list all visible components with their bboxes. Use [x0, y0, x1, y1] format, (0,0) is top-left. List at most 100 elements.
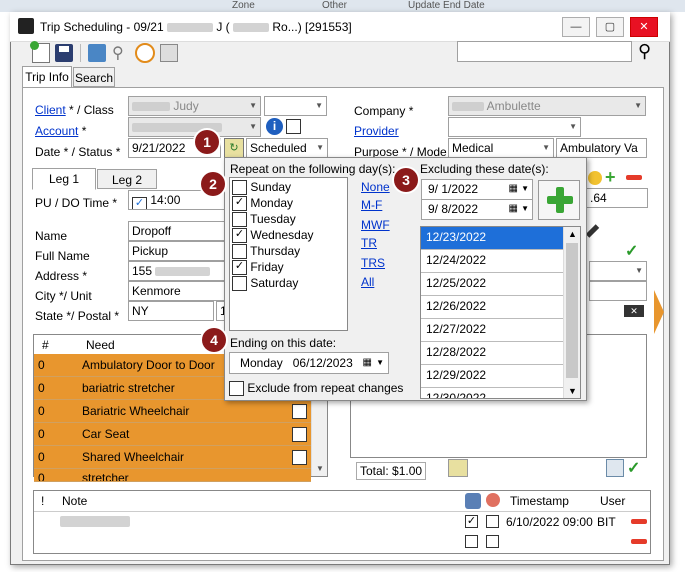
excluded-date-item[interactable]: 12/27/2022: [421, 319, 566, 342]
search-input[interactable]: [457, 41, 632, 62]
client-link[interactable]: Client: [35, 103, 66, 117]
confirm-check-icon[interactable]: ✓: [625, 241, 638, 261]
full-name-input[interactable]: Pickup: [128, 241, 225, 261]
exclude-date-2[interactable]: 9/ 8/2022 ▦ ▼: [421, 199, 533, 220]
class-combo[interactable]: [264, 96, 327, 116]
repeat-trip-icon[interactable]: ↻: [224, 138, 244, 158]
delete-new-note-icon[interactable]: [631, 539, 647, 544]
note-new-check-1[interactable]: [465, 535, 478, 548]
info-icon[interactable]: i: [266, 118, 283, 135]
attachment-icon[interactable]: ⚲: [112, 43, 130, 63]
need-checkbox[interactable]: [292, 427, 307, 442]
excluded-dates-scrollbar[interactable]: ▲ ▼: [563, 227, 580, 398]
chevron-down-icon: ▼: [521, 184, 529, 193]
exclude-repeat-option[interactable]: Exclude from repeat changes: [229, 381, 403, 397]
purpose-combo[interactable]: Medical: [448, 138, 554, 158]
note-new-check-2[interactable]: [486, 535, 499, 548]
full-name-label: Full Name: [35, 249, 90, 263]
account-link[interactable]: Account: [35, 124, 78, 138]
window-title-text: Trip Scheduling - 09/21: [40, 20, 164, 34]
window-title: Trip Scheduling - 09/21 J ( Ro...) [2915…: [40, 20, 352, 34]
address-input[interactable]: 155: [128, 261, 225, 281]
need-num: 0: [38, 358, 45, 372]
note-check-2[interactable]: [486, 515, 499, 528]
state-input[interactable]: NY: [128, 301, 214, 321]
add-icon-small[interactable]: +: [605, 168, 621, 186]
city-input[interactable]: Kenmore: [128, 281, 225, 301]
need-checkbox[interactable]: [292, 450, 307, 465]
day-option[interactable]: ✓ Friday: [232, 260, 314, 276]
day-option[interactable]: Thursday: [232, 244, 314, 260]
ending-date-picker[interactable]: Monday 06/12/2023 ▦ ▼: [229, 352, 389, 374]
day-option[interactable]: Sunday: [232, 180, 314, 196]
delete-note-icon[interactable]: [631, 519, 647, 524]
excluded-date-item[interactable]: 12/26/2022: [421, 296, 566, 319]
window-icon[interactable]: [160, 44, 178, 62]
remove-icon-small[interactable]: [626, 175, 642, 180]
need-row[interactable]: 0 Car Seat: [34, 423, 311, 446]
need-checkbox[interactable]: [292, 404, 307, 419]
mode-combo[interactable]: Ambulatory Va: [556, 138, 647, 158]
status-combo[interactable]: Scheduled: [246, 138, 328, 158]
minimize-button[interactable]: —: [562, 17, 590, 37]
repeat-heading: Repeat on the following day(s):: [230, 162, 396, 176]
calculator-icon[interactable]: [448, 459, 468, 477]
preset-all[interactable]: All: [361, 275, 374, 289]
exclude-date-1[interactable]: 9/ 1/2022 ▦ ▼: [421, 179, 533, 200]
scroll-down-icon[interactable]: ▼: [568, 386, 577, 396]
close-button[interactable]: ✕: [630, 17, 658, 37]
name-input[interactable]: Dropoff: [128, 221, 225, 241]
note-user: BIT: [597, 515, 616, 529]
tab-trip-info[interactable]: Trip Info: [22, 66, 72, 88]
need-row[interactable]: 0 Shared Wheelchair: [34, 446, 311, 469]
preset-m-f[interactable]: M-F: [361, 198, 382, 212]
export-icon[interactable]: [606, 459, 624, 477]
excluded-date-item[interactable]: 12/28/2022: [421, 342, 566, 365]
new-document-icon[interactable]: [30, 41, 50, 63]
client-combo[interactable]: Judy: [128, 96, 261, 116]
day-option[interactable]: Saturday: [232, 276, 314, 292]
tab-leg-1[interactable]: Leg 1: [32, 168, 96, 190]
mode-value: Ambulatory Va: [560, 141, 638, 155]
account-checkbox[interactable]: [286, 119, 301, 134]
preset-none[interactable]: None: [361, 180, 390, 194]
backspace-icon[interactable]: ✕: [624, 305, 644, 317]
excluded-date-item[interactable]: 12/29/2022: [421, 365, 566, 388]
people-icon: [465, 493, 481, 509]
search-icon[interactable]: ⚲: [638, 41, 658, 61]
excluded-date-item[interactable]: 12/23/2022: [421, 227, 566, 250]
account-combo[interactable]: [128, 117, 261, 137]
excluded-date-item[interactable]: 12/30/2022: [421, 388, 566, 398]
preset-mwf[interactable]: MWF: [361, 218, 390, 232]
excluded-date-item[interactable]: 12/24/2022: [421, 250, 566, 273]
need-row[interactable]: 0 stretcher: [34, 469, 311, 482]
provider-combo[interactable]: [448, 117, 581, 137]
side-combo[interactable]: [589, 261, 647, 281]
note-check-1[interactable]: ✓: [465, 515, 478, 528]
scroll-up-icon[interactable]: ▲: [568, 229, 577, 239]
company-combo[interactable]: Ambulette: [448, 96, 646, 116]
day-option[interactable]: ✓ Monday: [232, 196, 314, 212]
notes-icon[interactable]: [88, 44, 106, 62]
callout-badge-1: 1: [195, 130, 219, 154]
provider-link[interactable]: Provider: [354, 124, 399, 138]
day-option[interactable]: ✓ Wednesday: [232, 228, 314, 244]
need-name: bariatric stretcher: [82, 381, 175, 395]
preset-trs[interactable]: TRS: [361, 256, 385, 270]
save-icon[interactable]: [55, 44, 73, 62]
tab-leg-2[interactable]: Leg 2: [97, 169, 157, 189]
preset-tr[interactable]: TR: [361, 236, 377, 250]
smiley-icon[interactable]: [588, 171, 602, 185]
maximize-button[interactable]: ▢: [596, 17, 624, 37]
background-zone-label: Zone: [232, 0, 255, 11]
accept-icon[interactable]: ✓: [627, 458, 645, 477]
expand-arrow-icon[interactable]: [654, 290, 664, 334]
tab-search[interactable]: Search: [73, 67, 115, 87]
scroll-thumb[interactable]: [566, 243, 578, 378]
day-option[interactable]: Tuesday: [232, 212, 314, 228]
clock-icon[interactable]: [135, 43, 155, 63]
excluded-date-item[interactable]: 12/25/2022: [421, 273, 566, 296]
side-input[interactable]: [589, 281, 647, 301]
add-exclusion-button[interactable]: [538, 180, 580, 220]
need-row[interactable]: 0 Bariatric Wheelchair: [34, 400, 311, 423]
